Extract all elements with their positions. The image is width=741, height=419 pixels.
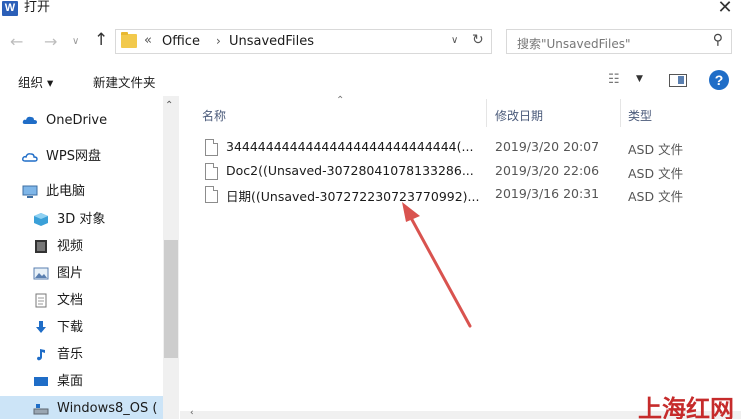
sidebar-item-label: 此电脑 — [46, 184, 86, 199]
sidebar-scroll-thumb[interactable] — [164, 240, 178, 358]
sort-ascending-icon: ⌃ — [336, 95, 345, 106]
folder-icon — [121, 32, 137, 48]
desktop-icon — [34, 377, 48, 386]
sidebar-item-label: 3D 对象 — [57, 212, 106, 227]
sidebar-item-label: 桌面 — [57, 374, 84, 389]
computer-icon — [22, 185, 38, 198]
address-bar[interactable]: « Office › UnsavedFiles ∨ ↻ — [115, 29, 492, 54]
column-type-header[interactable]: 类型 — [628, 107, 652, 124]
cloud-icon — [22, 116, 37, 124]
file-row[interactable]: 34444444444444444444444444444(... 2019/3… — [190, 137, 741, 159]
new-folder-button[interactable]: 新建文件夹 — [93, 72, 156, 91]
search-input[interactable]: 搜索"UnsavedFiles" — [517, 35, 630, 52]
command-bar: 组织 ▾ 新建文件夹 ☷ ▼ ? — [0, 64, 741, 96]
close-button[interactable]: ✕ — [711, 0, 739, 18]
help-icon[interactable]: ? — [709, 70, 729, 90]
watermark-logo: 上海红网 — [638, 395, 734, 419]
breadcrumb-overflow[interactable]: « — [144, 33, 152, 48]
cube-icon — [34, 213, 48, 226]
file-icon — [205, 139, 218, 156]
back-button[interactable]: ← — [10, 32, 23, 51]
sidebar-item-label: 文档 — [57, 293, 84, 308]
recent-locations-dropdown[interactable]: ∨ — [72, 36, 79, 47]
column-divider[interactable] — [620, 99, 621, 127]
music-icon — [37, 349, 45, 361]
sidebar-item-label: 视频 — [57, 239, 84, 254]
sidebar-item-label: 音乐 — [57, 347, 84, 362]
file-type: ASD 文件 — [628, 189, 684, 204]
file-name: 34444444444444444444444444444(... — [226, 139, 474, 154]
search-icon[interactable]: ⚲ — [713, 32, 723, 48]
breadcrumb-unsavedfiles[interactable]: UnsavedFiles — [229, 34, 314, 49]
file-date: 2019/3/20 22:06 — [495, 163, 600, 178]
document-icon — [35, 293, 47, 308]
file-name: Doc2((Unsaved-30728041078133286... — [226, 163, 474, 178]
refresh-icon[interactable]: ↻ — [472, 32, 484, 48]
download-icon — [36, 321, 46, 333]
column-header: ⌃ 名称 修改日期 类型 — [190, 95, 741, 131]
file-row[interactable]: 日期((Unsaved-307272230723770992)... 2019/… — [190, 184, 741, 206]
file-icon — [205, 186, 218, 203]
picture-icon — [33, 267, 49, 280]
file-date: 2019/3/20 20:07 — [495, 139, 600, 154]
scroll-up-icon[interactable]: ⌃ — [165, 100, 173, 111]
up-button[interactable]: ↑ — [94, 30, 108, 50]
scroll-left-icon[interactable]: ‹ — [190, 408, 194, 418]
sidebar-item-label: OneDrive — [46, 113, 108, 128]
sidebar-item-label: 下载 — [57, 320, 84, 335]
breadcrumb-chevron-icon[interactable]: › — [216, 34, 221, 48]
address-dropdown-icon[interactable]: ∨ — [451, 35, 458, 46]
sidebar-item-label: Windows8_OS ( — [57, 401, 158, 416]
file-date: 2019/3/16 20:31 — [495, 186, 600, 201]
cloud-outline-icon — [22, 153, 38, 162]
column-name-header[interactable]: 名称 — [202, 107, 226, 124]
column-divider[interactable] — [486, 99, 487, 127]
file-type: ASD 文件 — [628, 142, 684, 157]
organize-button[interactable]: 组织 ▾ — [18, 72, 53, 91]
navigation-pane — [0, 96, 180, 419]
file-row[interactable]: Doc2((Unsaved-30728041078133286... 2019/… — [190, 161, 741, 183]
file-icon — [205, 163, 218, 180]
file-type: ASD 文件 — [628, 166, 684, 181]
sidebar-item-label: WPS网盘 — [46, 149, 101, 164]
view-options-icon[interactable]: ☷ — [608, 72, 620, 87]
window-title: 打开 — [24, 0, 51, 15]
column-date-header[interactable]: 修改日期 — [495, 107, 543, 124]
video-icon — [35, 240, 47, 253]
view-dropdown-icon[interactable]: ▼ — [636, 74, 643, 84]
search-box[interactable]: 搜索"UnsavedFiles" ⚲ — [506, 29, 732, 54]
forward-button[interactable]: → — [44, 32, 57, 51]
drive-icon — [33, 404, 49, 415]
title-bar: W 打开 ✕ — [0, 0, 741, 24]
breadcrumb-office[interactable]: Office — [162, 34, 200, 49]
file-name: 日期((Unsaved-307272230723770992)... — [226, 189, 480, 204]
preview-pane-icon[interactable] — [669, 74, 687, 87]
sidebar-item-label: 图片 — [57, 266, 84, 281]
word-app-icon: W — [2, 1, 18, 16]
